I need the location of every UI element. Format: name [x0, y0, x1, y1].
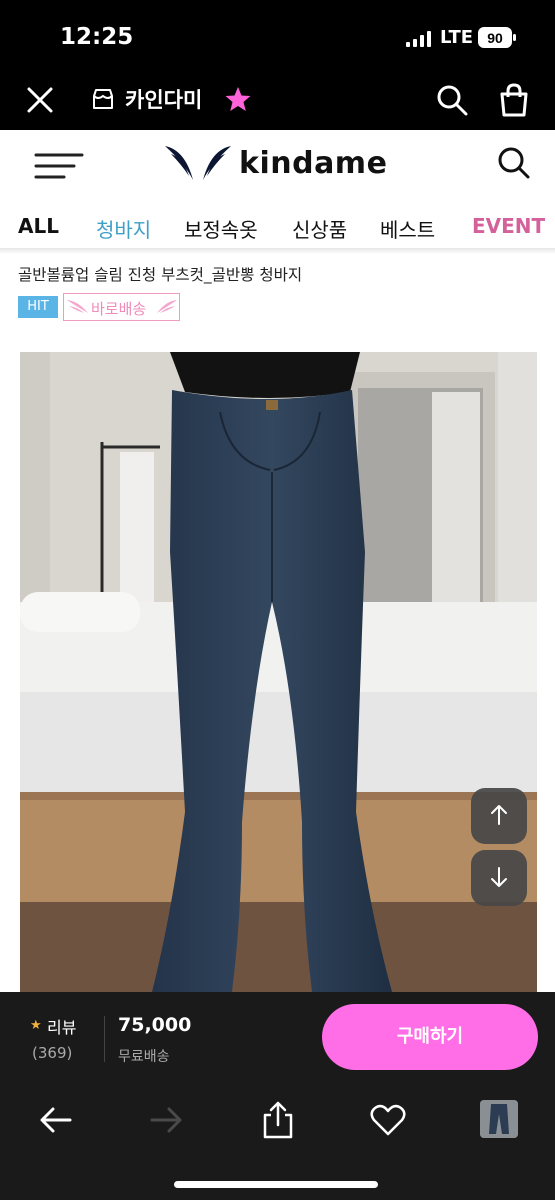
scroll-up-button[interactable]	[471, 788, 527, 844]
product-photo-illustration	[20, 352, 537, 992]
logo-wing-icon	[165, 146, 231, 180]
web-page: kindame ALL 청바지 보정속옷 신상품 베스트 EVENT 골반볼륨업…	[0, 130, 555, 992]
tab-new[interactable]: 신상품	[292, 214, 347, 243]
site-logo[interactable]: kindame	[163, 142, 403, 186]
wing-icon	[67, 300, 88, 313]
status-time: 12:25	[60, 24, 134, 50]
thumbnail-image	[480, 1100, 518, 1138]
quick-delivery-badge: 바로배송	[63, 293, 180, 321]
product-image[interactable]	[20, 352, 537, 992]
category-tabs: ALL 청바지 보정속옷 신상품 베스트 EVENT	[0, 210, 555, 250]
wing-icon	[157, 300, 177, 313]
tab-all[interactable]: ALL	[18, 214, 59, 238]
tab-best[interactable]: 베스트	[380, 214, 435, 243]
tabs-divider	[0, 248, 555, 254]
brand-name: kindame	[239, 146, 388, 181]
tab-shapewear[interactable]: 보정속옷	[184, 214, 258, 243]
site-header: kindame	[0, 130, 555, 200]
purchase-bar: ★ 리뷰 (369) 75,000 무료배송 구매하기	[0, 992, 555, 1082]
divider	[104, 1016, 105, 1062]
price: 75,000	[118, 1014, 192, 1036]
home-indicator	[174, 1181, 378, 1188]
menu-icon[interactable]	[34, 152, 84, 180]
app-header: 카인다미	[0, 70, 555, 130]
search-icon[interactable]	[436, 84, 468, 116]
review-star-icon: ★	[30, 1018, 42, 1033]
battery-icon: 90	[478, 27, 516, 48]
battery-level: 90	[487, 30, 503, 46]
shipping-info: 무료배송	[118, 1049, 170, 1065]
tab-jeans[interactable]: 청바지	[96, 214, 151, 243]
store-icon	[93, 89, 113, 109]
bag-icon[interactable]	[498, 83, 530, 117]
product-title: 골반볼륨업 슬림 진청 부츠컷_골반뽕 청바지	[18, 266, 303, 284]
store-name[interactable]: 카인다미	[125, 84, 202, 114]
hit-badge: HIT	[18, 296, 58, 318]
buy-button[interactable]: 구매하기	[322, 1004, 538, 1070]
back-arrow-icon[interactable]	[36, 1100, 76, 1140]
quick-delivery-label: 바로배송	[91, 300, 147, 318]
tab-event[interactable]: EVENT	[472, 214, 545, 238]
scroll-down-button[interactable]	[471, 850, 527, 906]
network-label: LTE	[440, 27, 474, 48]
review-count[interactable]: (369)	[32, 1044, 72, 1062]
heart-icon[interactable]	[368, 1100, 408, 1140]
search-icon[interactable]	[497, 146, 531, 180]
status-bar: 12:25 LTE 90	[0, 0, 555, 70]
arrow-up-icon	[491, 805, 507, 825]
product-thumbnail[interactable]	[480, 1100, 518, 1138]
review-label[interactable]: 리뷰	[47, 1014, 76, 1038]
signal-icon	[406, 31, 431, 47]
share-icon[interactable]	[258, 1100, 298, 1140]
forward-arrow-icon[interactable]	[146, 1100, 186, 1140]
close-icon[interactable]	[26, 86, 54, 114]
arrow-down-icon	[491, 867, 507, 887]
star-icon[interactable]	[224, 85, 252, 113]
